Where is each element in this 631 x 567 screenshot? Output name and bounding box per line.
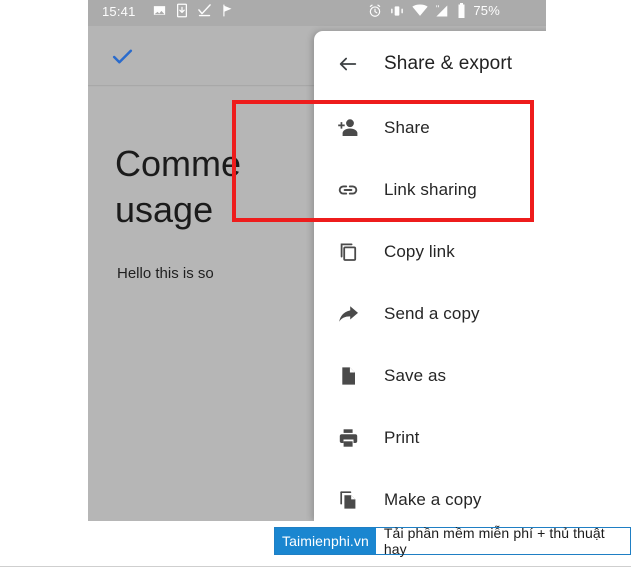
copy-icon bbox=[335, 240, 361, 264]
image-icon bbox=[152, 3, 167, 18]
menu-item-share[interactable]: Share bbox=[314, 97, 546, 159]
screenshot-root: 15:41 75% Comme usage Hello this is so S… bbox=[0, 0, 631, 567]
status-bar-clock: 15:41 bbox=[102, 4, 136, 19]
checkbox-check-icon bbox=[197, 3, 212, 18]
menu-item-print[interactable]: Print bbox=[314, 407, 546, 469]
menu-item-copy-link[interactable]: Copy link bbox=[314, 221, 546, 283]
menu-item-print-label: Print bbox=[384, 428, 420, 447]
menu-item-link-sharing-label: Link sharing bbox=[384, 180, 477, 199]
status-bar-right-icons: 75% bbox=[368, 3, 500, 18]
menu-item-make-a-copy-label: Make a copy bbox=[384, 490, 482, 509]
share-export-header: Share & export bbox=[314, 31, 546, 97]
alarm-icon bbox=[368, 4, 382, 18]
watermark-brand: Taimienphi.vn bbox=[275, 528, 376, 554]
menu-item-share-label: Share bbox=[384, 118, 430, 137]
watermark-tagline: Tải phần mềm miễn phí + thủ thuật hay bbox=[375, 525, 630, 557]
printer-icon bbox=[335, 426, 361, 450]
menu-item-send-a-copy[interactable]: Send a copy bbox=[314, 283, 546, 345]
vibrate-icon bbox=[389, 4, 405, 18]
menu-item-send-a-copy-label: Send a copy bbox=[384, 304, 480, 323]
signal-icon bbox=[435, 4, 450, 18]
link-icon bbox=[335, 178, 361, 202]
menu-item-copy-link-label: Copy link bbox=[384, 242, 455, 261]
menu-item-make-a-copy[interactable]: Make a copy bbox=[314, 469, 546, 521]
menu-item-save-as[interactable]: Save as bbox=[314, 345, 546, 407]
wifi-icon bbox=[412, 4, 429, 17]
share-export-title: Share & export bbox=[384, 53, 513, 74]
flag-icon bbox=[221, 3, 235, 18]
check-icon[interactable] bbox=[110, 44, 135, 74]
person-add-icon bbox=[335, 116, 361, 140]
status-bar-left-icons bbox=[152, 3, 235, 18]
battery-percent-label: 75% bbox=[473, 3, 500, 18]
menu-item-save-as-label: Save as bbox=[384, 366, 447, 385]
file-icon bbox=[335, 364, 361, 388]
back-arrow-icon[interactable] bbox=[335, 51, 361, 77]
document-paragraph: Hello this is so bbox=[117, 265, 214, 282]
menu-item-link-sharing[interactable]: Link sharing bbox=[314, 159, 546, 221]
status-bar: 15:41 75% bbox=[88, 0, 546, 26]
battery-icon bbox=[457, 3, 466, 18]
sim-download-icon bbox=[176, 3, 188, 18]
watermark-banner: Taimienphi.vn Tải phần mềm miễn phí + th… bbox=[274, 525, 631, 557]
duplicate-file-icon bbox=[335, 488, 361, 512]
share-export-panel: Share & export Share Link sharing Copy l… bbox=[314, 31, 546, 521]
share-export-menu: Share Link sharing Copy link Send a copy… bbox=[314, 97, 546, 521]
phone-screen: 15:41 75% Comme usage Hello this is so S… bbox=[88, 0, 546, 521]
share-arrow-icon bbox=[335, 302, 361, 326]
